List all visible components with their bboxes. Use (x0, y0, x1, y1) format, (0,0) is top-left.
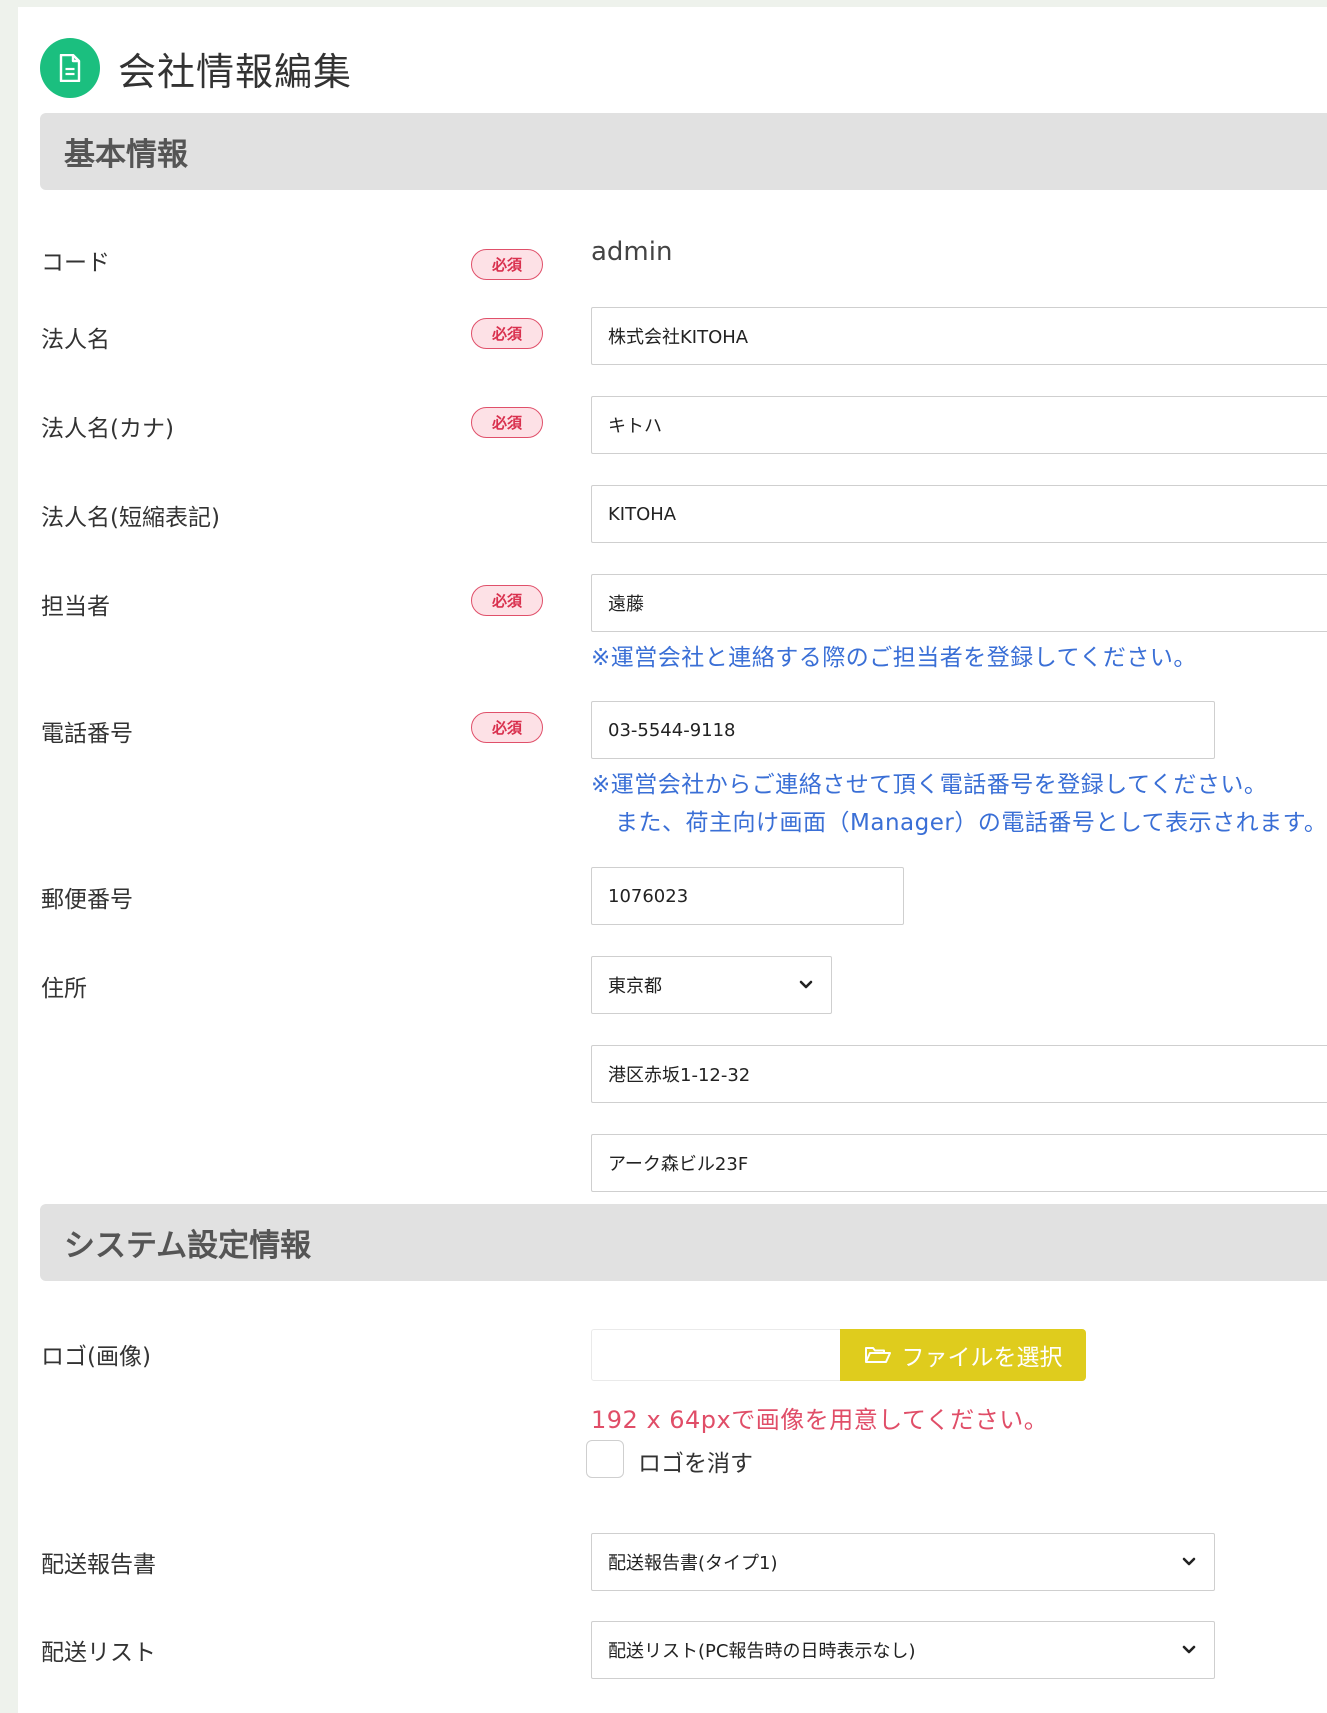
delivery-list-select[interactable]: 配送リスト(PC報告時の日時表示なし) (591, 1621, 1215, 1679)
corp-name-label: 法人名 (41, 327, 110, 353)
required-badge: 必須 (471, 585, 543, 616)
required-badge: 必須 (471, 407, 543, 438)
chevron-down-icon (1182, 1645, 1196, 1654)
contact-input[interactable]: 遠藤 (591, 574, 1327, 632)
remove-logo-label[interactable]: ロゴを消す (638, 1444, 753, 1478)
corp-short-label: 法人名(短縮表記) (41, 505, 220, 531)
folder-open-icon (864, 1347, 891, 1363)
phone-label: 電話番号 (41, 721, 133, 747)
address-line1-input[interactable]: 港区赤坂1-12-32 (591, 1045, 1327, 1103)
page-header: 会社情報編集 (40, 33, 352, 103)
chevron-down-icon (799, 980, 813, 989)
postal-label: 郵便番号 (41, 887, 133, 913)
required-badge: 必須 (471, 318, 543, 349)
contact-note: ※運営会社と連絡する際のご担当者を登録してください。 (591, 645, 1197, 671)
page-title: 会社情報編集 (118, 49, 353, 94)
chevron-down-icon (1182, 1557, 1196, 1566)
prefecture-select[interactable]: 東京都 (591, 956, 832, 1014)
section-title: システム設定情報 (64, 1228, 312, 1264)
corp-name-input[interactable]: 株式会社KITOHA (591, 307, 1327, 365)
delivery-report-select[interactable]: 配送報告書(タイプ1) (591, 1533, 1215, 1591)
phone-note: また、荷主向け画面（Manager）の電話番号として表示されます。 (615, 810, 1327, 836)
delivery-list-value: 配送リスト(PC報告時の日時表示なし) (608, 1641, 916, 1662)
postal-input[interactable]: 1076023 (591, 867, 904, 925)
section-header-basic: 基本情報 (40, 113, 1327, 190)
required-badge: 必須 (471, 249, 543, 280)
logo-label: ロゴ(画像) (41, 1344, 151, 1370)
delivery-report-label: 配送報告書 (41, 1552, 156, 1578)
address-line2-input[interactable]: アーク森ビル23F (591, 1134, 1327, 1192)
section-title: 基本情報 (64, 137, 188, 173)
phone-input[interactable]: 03-5544-9118 (591, 701, 1215, 759)
section-header-system: システム設定情報 (40, 1204, 1327, 1281)
choose-file-button[interactable]: ファイルを選択 (840, 1329, 1086, 1381)
code-value: admin (591, 237, 673, 267)
delivery-report-value: 配送報告書(タイプ1) (608, 1553, 778, 1574)
corp-kana-input[interactable]: キトハ (591, 396, 1327, 454)
prefecture-value: 東京都 (608, 976, 662, 997)
remove-logo-checkbox[interactable] (586, 1440, 624, 1478)
code-label: コード (41, 250, 110, 276)
logo-size-note: 192 x 64pxで画像を用意してください。 (591, 1406, 1049, 1434)
choose-file-label: ファイルを選択 (901, 1345, 1063, 1371)
document-icon (40, 38, 100, 98)
required-badge: 必須 (471, 712, 543, 743)
address-label: 住所 (41, 976, 87, 1002)
file-name-display (591, 1329, 841, 1381)
delivery-list-label: 配送リスト (41, 1640, 156, 1666)
main-panel: 会社情報編集 基本情報 コード 必須 admin 法人名 必須 株式会社KITO… (18, 7, 1327, 1713)
corp-kana-label: 法人名(カナ) (41, 416, 174, 442)
contact-label: 担当者 (41, 594, 110, 620)
phone-note: ※運営会社からご連絡させて頂く電話番号を登録してください。 (591, 772, 1268, 798)
corp-short-input[interactable]: KITOHA (591, 485, 1327, 543)
